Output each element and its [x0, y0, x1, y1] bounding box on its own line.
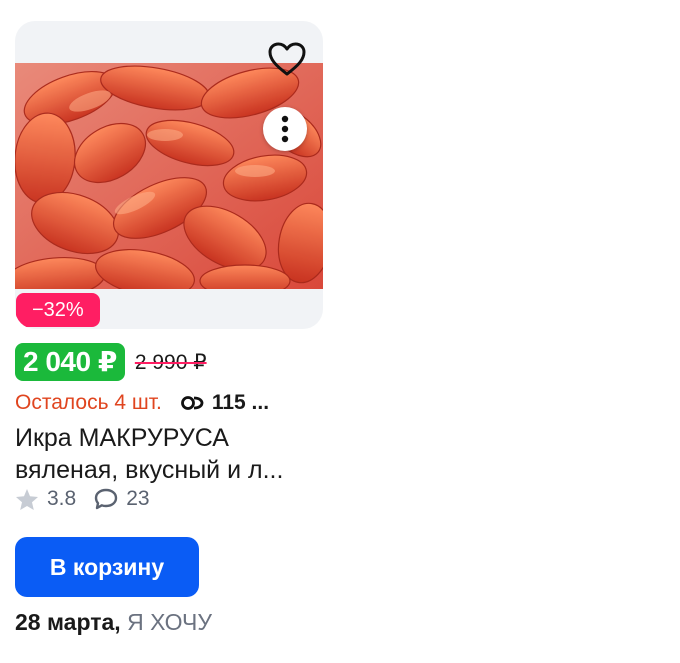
add-to-cart-button[interactable]: В корзину [15, 537, 199, 597]
comment-icon [94, 488, 118, 510]
rating-row[interactable]: 3.8 23 [15, 487, 150, 511]
delivery-info: 28 марта, Я ХОЧУ [15, 609, 212, 636]
stock-remaining: Осталось 4 шт. [15, 391, 162, 414]
rating-value: 3.8 [47, 487, 77, 510]
views-count-label: 115 ... [211, 391, 270, 414]
product-title-line-2[interactable]: вяленая, вкусный и л... [15, 454, 335, 486]
reviews-count[interactable]: 23 [94, 487, 150, 511]
more-vertical-icon [281, 115, 289, 143]
product-image-container[interactable]: −32% [15, 21, 323, 329]
price-row: 2 040 ₽ 2 990 ₽ [15, 343, 207, 381]
star-icon [15, 488, 39, 511]
heart-outline-icon [268, 42, 306, 76]
product-card[interactable]: −32% 2 040 ₽ 2 990 ₽ Осталось 4 шт. 115 … [15, 21, 325, 635]
stock-row: Осталось 4 шт. 115 ... [15, 391, 269, 415]
seller-name[interactable]: Я ХОЧУ [127, 609, 212, 635]
eye-icon [180, 395, 206, 411]
more-options-button[interactable] [263, 107, 307, 151]
favorite-button[interactable] [263, 35, 311, 83]
product-image[interactable] [15, 63, 323, 289]
discount-badge: −32% [16, 293, 100, 327]
delivery-date: 28 марта, [15, 609, 121, 635]
views-count: 115 ... [180, 391, 269, 415]
current-price: 2 040 ₽ [15, 343, 125, 381]
reviews-count-label: 23 [126, 487, 150, 510]
product-title-line-1[interactable]: Икра МАКРУРУСА [15, 422, 335, 454]
old-price: 2 990 ₽ [134, 350, 207, 374]
product-title[interactable]: Икра МАКРУРУСА вяленая, вкусный и л... [15, 422, 335, 486]
